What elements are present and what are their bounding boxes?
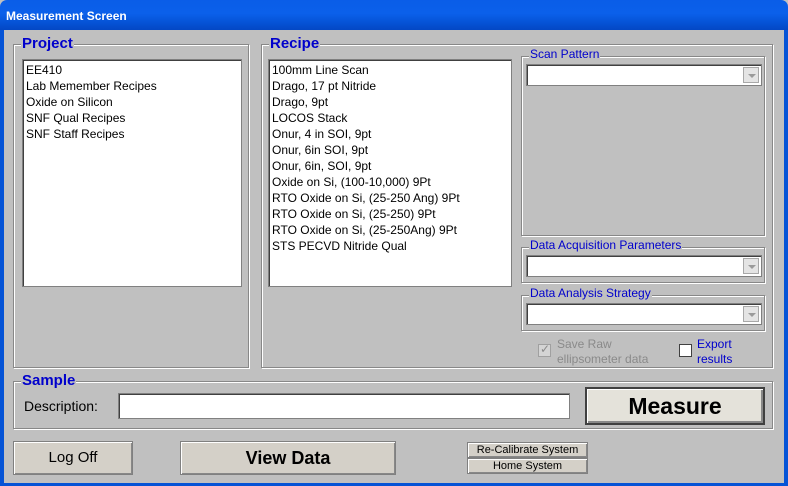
recipe-list-item[interactable]: RTO Oxide on Si, (25-250 Ang) 9Pt <box>272 190 508 206</box>
recipe-title-text: Recipe <box>270 35 320 52</box>
chevron-down-icon[interactable] <box>743 258 759 274</box>
project-list-item[interactable]: Oxide on Silicon <box>26 94 238 110</box>
recipe-list-item[interactable]: RTO Oxide on Si, (25-250) 9Pt <box>272 206 508 222</box>
scan-pattern-dropdown[interactable] <box>526 64 762 86</box>
recipe-list-item[interactable]: Onur, 4 in SOI, 9pt <box>272 126 508 142</box>
recipe-list-item[interactable]: Onur, 6in, SOI, 9pt <box>272 158 508 174</box>
description-label: Description: <box>24 398 98 414</box>
log-off-button[interactable]: Log Off <box>13 441 133 475</box>
data-analysis-title: Data Analysis Strategy <box>529 286 652 300</box>
export-results-label: Export results <box>697 337 732 367</box>
project-list-item[interactable]: Lab Memember Recipes <box>26 78 238 94</box>
recipe-list-item[interactable]: 100mm Line Scan <box>272 62 508 78</box>
data-acquisition-group: Data Acquisition Parameters <box>521 238 765 283</box>
recipe-list-item[interactable]: Drago, 17 pt Nitride <box>272 78 508 94</box>
data-acquisition-title: Data Acquisition Parameters <box>529 238 683 252</box>
chevron-down-icon[interactable] <box>743 306 759 322</box>
recipe-list-item[interactable]: STS PECVD Nitride Qual <box>272 238 508 254</box>
sample-group: Sample Description: Measure <box>13 372 773 429</box>
export-results-label-line1: Export <box>697 337 732 351</box>
save-raw-label-line2: ellipsometer data <box>557 352 649 366</box>
project-group: Project EE410 Lab Memember Recipes Oxide… <box>13 35 249 368</box>
recipe-list-item[interactable]: LOCOS Stack <box>272 110 508 126</box>
title-bar: Measurement Screen <box>0 0 788 30</box>
project-listbox[interactable]: EE410 Lab Memember Recipes Oxide on Sili… <box>22 59 242 287</box>
window-frame-left <box>0 30 4 486</box>
scan-pattern-group: Scan Pattern <box>521 47 765 236</box>
project-list-item[interactable]: SNF Qual Recipes <box>26 110 238 126</box>
project-group-title: Project <box>21 35 74 52</box>
save-raw-checkbox[interactable] <box>538 342 551 357</box>
scan-pattern-title: Scan Pattern <box>529 47 601 61</box>
home-system-button[interactable]: Home System <box>467 458 588 474</box>
project-list-item[interactable]: SNF Staff Recipes <box>26 126 238 142</box>
window-frame-right <box>784 30 788 486</box>
project-list-item[interactable]: EE410 <box>26 62 238 78</box>
data-analysis-group: Data Analysis Strategy <box>521 286 765 331</box>
project-title-text: Project <box>22 35 73 52</box>
data-analysis-dropdown[interactable] <box>526 303 762 325</box>
description-input[interactable] <box>118 393 570 419</box>
recipe-list-item[interactable]: RTO Oxide on Si, (25-250Ang) 9Pt <box>272 222 508 238</box>
view-data-button[interactable]: View Data <box>180 441 396 475</box>
export-results-checkbox[interactable] <box>679 344 692 357</box>
recipe-group: Recipe 100mm Line Scan Drago, 17 pt Nitr… <box>261 35 773 368</box>
save-raw-label-line1: Save Raw <box>557 337 612 351</box>
measure-button[interactable]: Measure <box>585 387 765 425</box>
recipe-listbox[interactable]: 100mm Line Scan Drago, 17 pt Nitride Dra… <box>268 59 512 287</box>
recipe-list-item[interactable]: Oxide on Si, (100-10,000) 9Pt <box>272 174 508 190</box>
export-results-label-line2: results <box>697 352 733 366</box>
chevron-down-icon[interactable] <box>743 67 759 83</box>
sample-group-title: Sample <box>21 372 77 389</box>
window-title: Measurement Screen <box>6 9 127 23</box>
recalibrate-button[interactable]: Re-Calibrate System <box>467 442 588 458</box>
save-raw-label: Save Raw ellipsometer data <box>557 337 648 367</box>
recipe-list-item[interactable]: Drago, 9pt <box>272 94 508 110</box>
recipe-group-title: Recipe <box>269 35 321 52</box>
recipe-list-item[interactable]: Onur, 6in SOI, 9pt <box>272 142 508 158</box>
data-acquisition-dropdown[interactable] <box>526 255 762 277</box>
